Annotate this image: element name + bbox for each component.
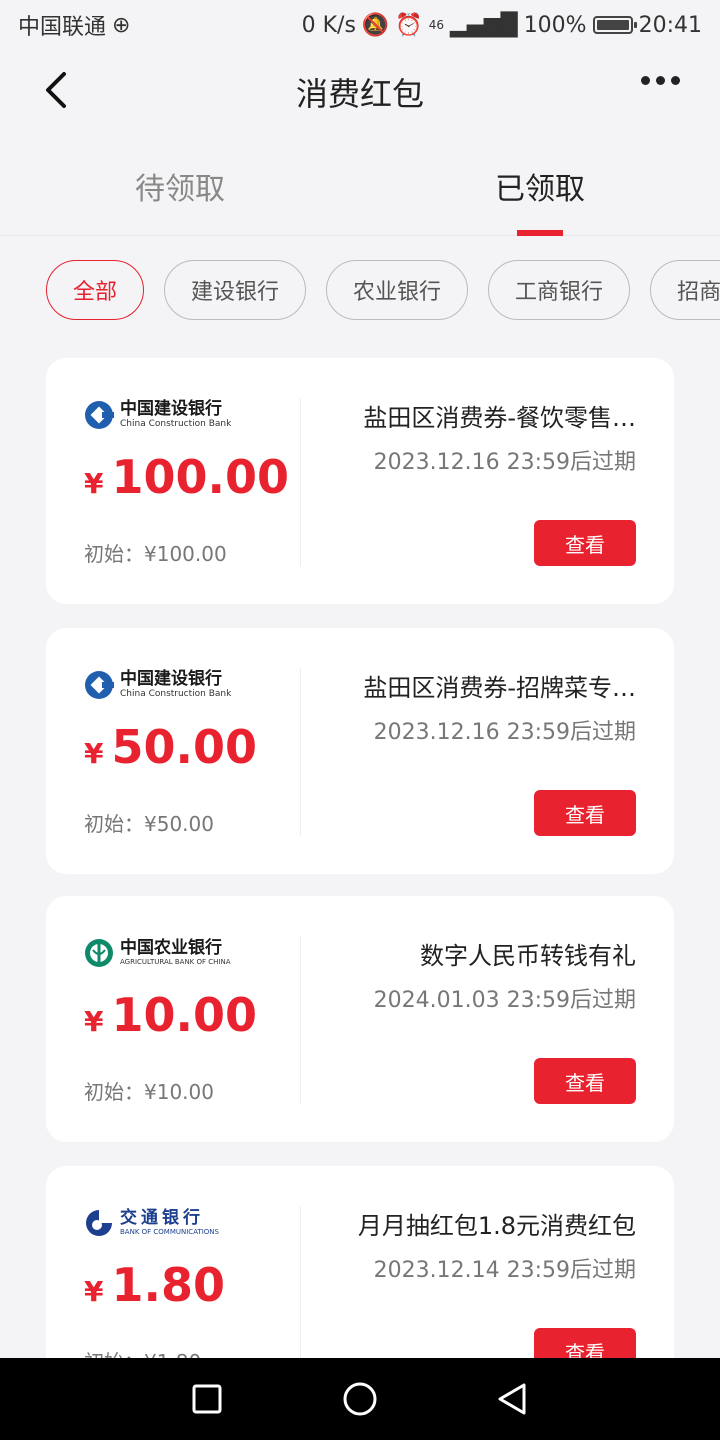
status-bar: 中国联通 ⊕ 0 K/s 🔕 ⏰ 46 ▂▄▆█ 100% 20:41 bbox=[0, 0, 720, 50]
ccb-logo-icon bbox=[85, 671, 114, 699]
bank-name-cn: 中国建设银行 bbox=[120, 669, 222, 689]
coupon-title: 盐田区消费券-餐饮零售… bbox=[363, 404, 636, 432]
back-button[interactable] bbox=[36, 68, 80, 112]
amount-value: 10.00 bbox=[111, 988, 257, 1042]
coupon-title: 数字人民币转钱有礼 bbox=[420, 942, 636, 970]
square-icon bbox=[192, 1384, 222, 1414]
card-divider bbox=[300, 936, 301, 1104]
home-button[interactable] bbox=[336, 1375, 384, 1423]
expiry-date: 2023.12.14 23:59后过期 bbox=[373, 1258, 636, 1283]
filter-cmb[interactable]: 招商银行 bbox=[650, 260, 720, 320]
globe-icon: ⊕ bbox=[112, 12, 131, 38]
back-nav-button[interactable] bbox=[489, 1375, 537, 1423]
expiry-date: 2023.12.16 23:59后过期 bbox=[373, 720, 636, 745]
bocom-logo-icon bbox=[86, 1210, 112, 1236]
bank-name-en: BANK OF COMMUNICATIONS bbox=[120, 1228, 219, 1236]
currency-symbol: ¥ bbox=[84, 1005, 104, 1038]
coupon-card: 中国建设银行 China Construction Bank ¥ 100.00 … bbox=[46, 358, 674, 604]
triangle-back-icon bbox=[498, 1383, 526, 1415]
battery-percent: 100% bbox=[523, 12, 587, 38]
coupon-card: 中国建设银行 China Construction Bank ¥ 50.00 初… bbox=[46, 628, 674, 874]
initial-amount: 初始：¥10.00 bbox=[84, 1080, 214, 1104]
view-button[interactable]: 查看 bbox=[534, 790, 636, 836]
filter-ccb[interactable]: 建设银行 bbox=[164, 260, 307, 320]
carrier-name: 中国联通 bbox=[18, 15, 107, 40]
initial-amount: 初始：¥100.00 bbox=[84, 542, 227, 566]
coupon-amount: ¥ 50.00 bbox=[84, 720, 257, 774]
bank-logo-abc: 中国农业银行 AGRICULTURAL BANK OF CHINA bbox=[84, 936, 231, 970]
ccb-logo-icon bbox=[85, 401, 114, 429]
currency-symbol: ¥ bbox=[84, 737, 104, 770]
card-divider bbox=[300, 398, 301, 566]
coupon-amount: ¥ 100.00 bbox=[84, 450, 289, 504]
coupon-amount: ¥ 10.00 bbox=[84, 988, 257, 1042]
filter-icbc[interactable]: 工商银行 bbox=[488, 260, 631, 320]
filter-all[interactable]: 全部 bbox=[46, 260, 145, 320]
currency-symbol: ¥ bbox=[84, 467, 104, 500]
bank-logo-ccb: 中国建设银行 China Construction Bank bbox=[84, 668, 231, 702]
coupon-card: 中国农业银行 AGRICULTURAL BANK OF CHINA ¥ 10.0… bbox=[46, 896, 674, 1142]
bank-name-cn: 交通银行 bbox=[120, 1208, 204, 1228]
bank-name-en: AGRICULTURAL BANK OF CHINA bbox=[120, 958, 231, 966]
signal-icon: ▂▄▆█ bbox=[450, 12, 518, 38]
amount-value: 50.00 bbox=[111, 720, 257, 774]
abc-logo-icon bbox=[85, 939, 113, 967]
coupon-title: 盐田区消费券-招牌菜专… bbox=[363, 674, 636, 702]
view-button[interactable]: 查看 bbox=[534, 1058, 636, 1104]
page-title: 消费红包 bbox=[295, 75, 424, 113]
network-speed: 0 K/s bbox=[301, 12, 356, 38]
amount-value: 1.80 bbox=[111, 1258, 225, 1312]
bank-name-cn: 中国农业银行 bbox=[120, 938, 222, 958]
bank-logo-ccb: 中国建设银行 China Construction Bank bbox=[84, 398, 231, 432]
mute-icon: 🔕 bbox=[361, 12, 390, 38]
expiry-date: 2024.01.03 23:59后过期 bbox=[373, 988, 636, 1013]
battery-icon bbox=[592, 16, 637, 34]
chevron-left-icon bbox=[46, 72, 66, 108]
more-dots-icon bbox=[641, 76, 650, 85]
coupon-title: 月月抽红包1.8元消费红包 bbox=[357, 1212, 636, 1240]
more-options-button[interactable] bbox=[641, 76, 680, 85]
initial-amount: 初始：¥50.00 bbox=[84, 812, 214, 836]
bank-name-cn: 中国建设银行 bbox=[120, 399, 222, 419]
card-divider bbox=[300, 668, 301, 836]
bank-logo-bocom: 交通银行 BANK OF COMMUNICATIONS bbox=[84, 1206, 219, 1240]
bank-filter-bar: 全部 建设银行 农业银行 工商银行 招商银行 bbox=[46, 260, 720, 322]
expiry-date: 2023.12.16 23:59后过期 bbox=[373, 450, 636, 475]
tab-bar: 待领取 已领取 bbox=[0, 134, 720, 236]
currency-symbol: ¥ bbox=[84, 1275, 104, 1308]
circle-icon bbox=[343, 1382, 377, 1416]
view-button[interactable]: 查看 bbox=[534, 520, 636, 566]
amount-value: 100.00 bbox=[111, 450, 289, 504]
tab-received[interactable]: 已领取 bbox=[360, 134, 720, 235]
filter-abc[interactable]: 农业银行 bbox=[326, 260, 469, 320]
tab-pending[interactable]: 待领取 bbox=[0, 134, 360, 235]
bank-name-en: China Construction Bank bbox=[120, 689, 232, 699]
system-nav-bar bbox=[0, 1358, 720, 1440]
alarm-icon: ⏰ bbox=[395, 12, 423, 38]
recent-apps-button[interactable] bbox=[183, 1375, 231, 1423]
bank-name-en: China Construction Bank bbox=[120, 419, 232, 429]
clock-time: 20:41 bbox=[638, 12, 702, 38]
network-type: 46 bbox=[428, 18, 444, 32]
header: 消费红包 bbox=[0, 50, 720, 134]
coupon-amount: ¥ 1.80 bbox=[84, 1258, 225, 1312]
card-divider bbox=[300, 1206, 301, 1374]
